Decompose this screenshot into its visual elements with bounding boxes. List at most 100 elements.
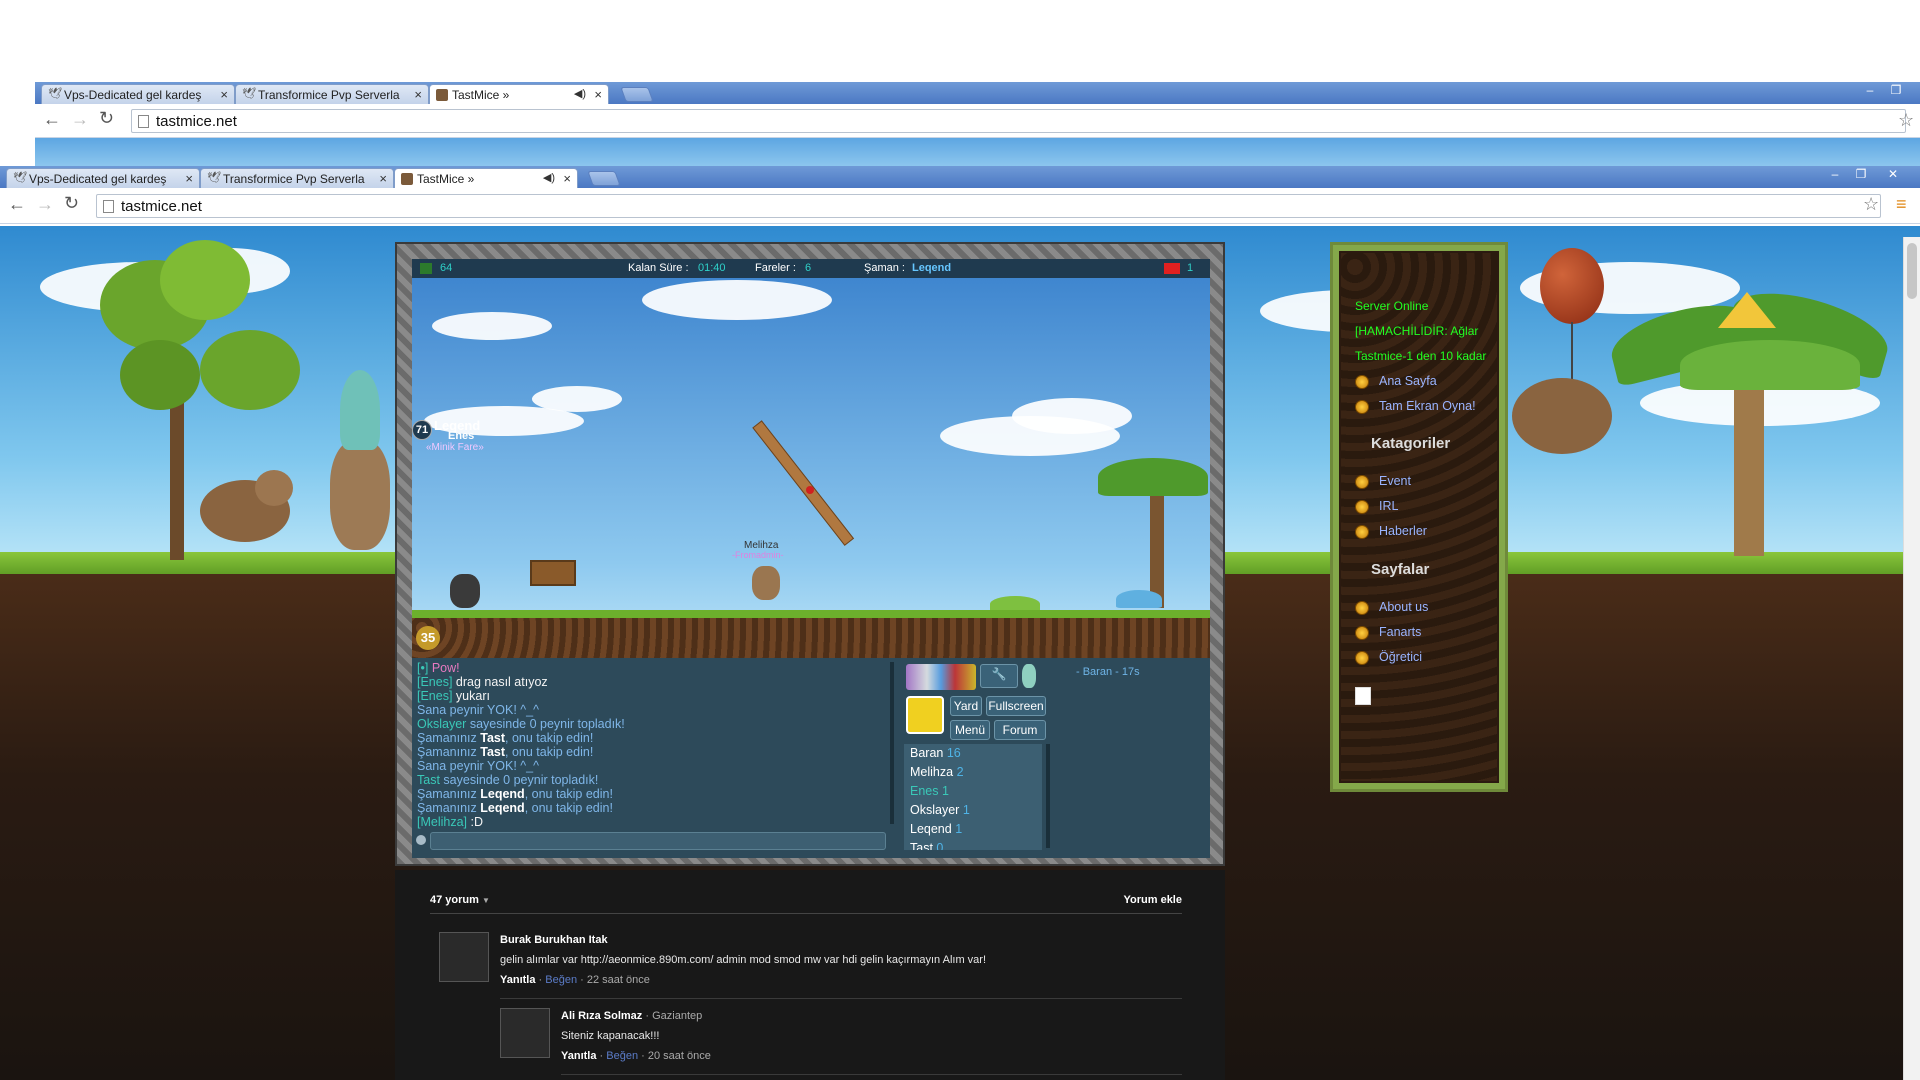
reply-link[interactable]: Yanıtla [500,974,535,986]
close-icon[interactable]: × [594,87,602,102]
restore-icon[interactable]: ❐ [1848,166,1874,184]
new-tab-button[interactable] [620,87,654,102]
cloud [432,312,552,340]
forum-button[interactable]: Forum [994,720,1046,740]
chat-text: Sana peynir YOK! ^_^ [417,759,539,773]
close-icon[interactable]: × [185,171,193,186]
tree-leaves [120,340,200,410]
close-icon[interactable]: × [220,87,228,102]
menu-button[interactable]: Menü [950,720,990,740]
avatar[interactable] [500,1008,550,1058]
emote-icons[interactable] [906,664,976,690]
back-arrow-icon[interactable]: ← [8,194,26,215]
avatar[interactable] [439,932,489,982]
comment-time[interactable]: 20 saat önce [648,1050,711,1062]
front-tab-3[interactable]: TastMice » ◀) × [394,168,578,188]
sidebar-item-home[interactable]: Ana Sayfa [1355,374,1437,389]
comment-time[interactable]: 22 saat önce [587,974,650,986]
add-comment-link[interactable]: Yorum ekle [1124,894,1183,906]
minimize-icon[interactable]: – [1822,166,1848,184]
bookmark-star-icon[interactable]: ☆ [1898,110,1914,131]
sidebar-item-label: Öğretici [1379,650,1423,664]
scoreboard-row: Tast 0 [910,839,1042,850]
comment-count[interactable]: 47 yorum [430,894,479,906]
comment-text: gelin alımlar var http://aeonmice.890m.c… [500,954,986,966]
palm-leaf [1680,340,1860,390]
menu-icon[interactable]: ≡ [1896,194,1907,215]
stage-palm-trunk [1150,478,1164,608]
wooden-plank[interactable] [752,420,855,546]
close-icon[interactable]: × [414,87,422,102]
forward-arrow-icon[interactable]: → [36,194,54,215]
yard-button[interactable]: Yard [950,696,982,716]
sidebar-item-event[interactable]: Event [1355,474,1411,489]
page-scrollbar[interactable] [1903,237,1920,1080]
reload-icon[interactable]: ↻ [99,108,114,129]
chat-text: :D [470,815,484,829]
feather-icon[interactable] [1022,664,1036,688]
bookmark-star-icon[interactable]: ☆ [1863,194,1879,215]
comment-body: gelin alımlar var http://aeonmice.890m.c… [500,954,987,966]
back-tab-1[interactable]: 🕊 Vps-Dedicated gel kardeş × [41,84,235,104]
reload-icon[interactable]: ↻ [64,193,79,214]
sidebar-item-fanarts[interactable]: Fanarts [1355,625,1421,640]
forward-arrow-icon[interactable]: → [71,109,89,130]
back-tab-2[interactable]: 🕊 Transformice Pvp Serverla × [235,84,429,104]
mouse-player-sprite[interactable] [752,566,780,600]
chat-input[interactable] [430,832,886,850]
chat-prefix: Şamanınız [417,731,477,745]
like-link[interactable]: Beğen [606,1050,638,1062]
avatar[interactable] [906,696,944,734]
cheese-hole-icon [420,263,432,274]
sidebar-item-ogretici[interactable]: Öğretici [1355,650,1423,665]
close-icon[interactable]: × [379,171,387,186]
back-arrow-icon[interactable]: ← [43,109,61,130]
new-tab-button[interactable] [587,171,621,186]
game-stage[interactable]: 71 Leqend Enes «Minik Fare» Melihza -Fro… [412,278,1210,658]
scoreboard-row: Baran 16 [910,744,1042,763]
comment-author[interactable]: Ali Rıza Solmaz [561,1010,642,1022]
close-window-icon[interactable]: ✕ [1880,166,1906,184]
player-name: Baran [910,746,944,760]
front-tab-2[interactable]: 🕊 Transformice Pvp Serverla × [200,168,394,188]
chat-channel-icon[interactable] [416,835,426,845]
address-bar[interactable]: tastmice.net [131,109,1906,133]
reply-link[interactable]: Yanıtla [561,1050,596,1062]
wrench-icon[interactable]: 🔧 [980,664,1018,688]
shaman-mouse-character [330,440,390,550]
like-link[interactable]: Beğen [545,974,577,986]
bird-icon: 🕊 [48,88,62,100]
sidebar-item-irl[interactable]: IRL [1355,499,1398,514]
chevron-down-icon[interactable]: ▼ [482,896,490,905]
comment-author[interactable]: Burak Burukhan Itak [500,934,608,946]
back-tab-3[interactable]: TastMice » ◀) × [429,84,609,104]
sidebar-item-haberler[interactable]: Haberler [1355,524,1427,539]
chat-scrollbar[interactable] [890,662,894,824]
shaman-player-sprite[interactable] [450,574,480,608]
player-title: -Fromadmin- [732,550,784,560]
bird-icon: 🕊 [13,172,27,184]
chat-bold: Tast [480,731,506,745]
restore-icon[interactable]: ❐ [1883,82,1909,100]
close-icon[interactable]: × [563,171,571,186]
tab-label: TastMice » [417,172,475,186]
fullscreen-button[interactable]: Fullscreen [986,696,1046,716]
speaker-icon: ◀) [542,172,555,184]
scrollbar-thumb[interactable] [1907,243,1917,299]
site-favicon-icon [436,89,448,101]
coin-icon [1355,651,1369,665]
player-level-badge: 71 [412,420,432,440]
divider [500,998,1182,999]
address-bar[interactable]: tastmice.net [96,194,1881,218]
sidebar-item-fullscreen[interactable]: Tam Ekran Oyna! [1355,399,1476,414]
chat-prefix: Şamanınız [417,745,477,759]
minimize-icon[interactable]: – [1857,82,1883,100]
site-sidebar: Server Online [HAMACHİLİDİR: Ağlar Tastm… [1330,242,1508,792]
front-tab-1[interactable]: 🕊 Vps-Dedicated gel kardeş × [6,168,200,188]
player-name: Leqend [910,822,952,836]
scoreboard-scrollbar[interactable] [1046,744,1050,848]
chat-panel: [•] Pow! [Enes] drag nasıl atıyoz [Enes]… [412,658,896,858]
sidebar-item-about[interactable]: About us [1355,600,1428,615]
back-window-toolbar: ← → ↻ tastmice.net ☆ [35,104,1920,138]
chat-prefix: [Melihza] [417,815,468,829]
